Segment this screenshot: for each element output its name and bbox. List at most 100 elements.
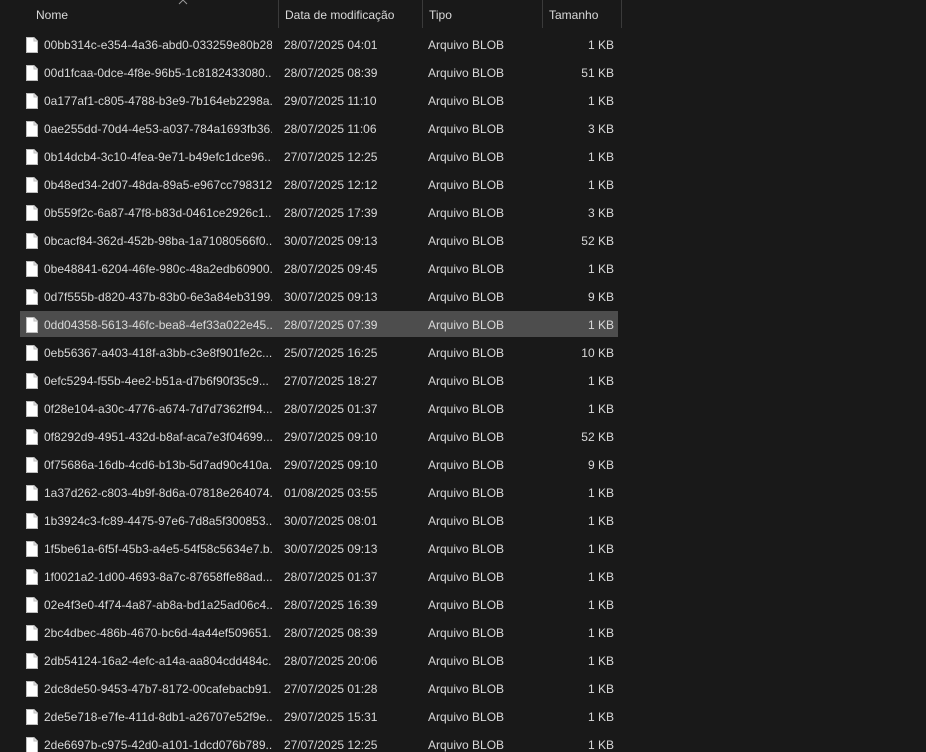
column-header-bar: Nome Data de modificação Tipo Tamanho [0,0,926,28]
file-modified-date: 30/07/2025 09:13 [284,234,378,248]
file-modified-date: 28/07/2025 12:12 [284,178,378,192]
file-row[interactable]: 0f28e104-a30c-4776-a674-7d7d7362ff94... 2… [0,395,926,423]
file-row[interactable]: 02e4f3e0-4f74-4a87-ab8a-bd1a25ad06c4....… [0,591,926,619]
file-type: Arquivo BLOB [428,346,505,360]
file-size: 1 KB [587,654,614,668]
blank-file-icon [26,569,38,585]
file-row[interactable]: 00bb314c-e354-4a36-abd0-033259e80b28... 2… [0,31,926,59]
blank-file-icon [26,485,38,501]
file-name: 0eb56367-a403-418f-a3bb-c3e8f901fe2c... [44,346,272,360]
file-size: 1 KB [587,150,614,164]
file-size: 1 KB [587,710,614,724]
file-type: Arquivo BLOB [428,402,505,416]
file-modified-date: 30/07/2025 08:01 [284,514,378,528]
file-type: Arquivo BLOB [428,66,505,80]
column-header-name[interactable]: Nome [30,0,278,28]
file-modified-date: 28/07/2025 07:39 [284,318,378,332]
file-type: Arquivo BLOB [428,38,505,52]
file-name: 0b14dcb4-3c10-4fea-9e71-b49efc1dce96... [44,150,272,164]
file-row[interactable]: 1a37d262-c803-4b9f-8d6a-07818e264074... 0… [0,479,926,507]
blank-file-icon [26,737,38,752]
file-type: Arquivo BLOB [428,626,505,640]
file-row[interactable]: 0ae255dd-70d4-4e53-a037-784a1693fb36... 2… [0,115,926,143]
file-type: Arquivo BLOB [428,318,505,332]
file-row[interactable]: 0eb56367-a403-418f-a3bb-c3e8f901fe2c... 2… [0,339,926,367]
blank-file-icon [26,65,38,81]
file-modified-date: 28/07/2025 16:39 [284,598,378,612]
blank-file-icon [26,149,38,165]
file-type: Arquivo BLOB [428,178,505,192]
column-header-date[interactable]: Data de modificação [278,0,422,28]
column-header-size[interactable]: Tamanho [542,0,622,28]
file-row[interactable]: 0a177af1-c805-4788-b3e9-7b164eb2298a... 2… [0,87,926,115]
file-type: Arquivo BLOB [428,430,505,444]
file-explorer-details-view: Nome Data de modificação Tipo Tamanho 00… [0,0,926,752]
file-modified-date: 28/07/2025 01:37 [284,570,378,584]
file-modified-date: 28/07/2025 17:39 [284,206,378,220]
file-row[interactable]: 2db54124-16a2-4efc-a14a-aa804cdd484c....… [0,647,926,675]
file-row[interactable]: 0b559f2c-6a87-47f8-b83d-0461ce2926c1... 2… [0,199,926,227]
file-name: 0f75686a-16db-4cd6-b13b-5d7ad90c410a... [44,458,272,472]
file-modified-date: 28/07/2025 04:01 [284,38,378,52]
file-modified-date: 30/07/2025 09:13 [284,542,378,556]
file-modified-date: 28/07/2025 11:06 [284,122,377,136]
column-header-type[interactable]: Tipo [422,0,542,28]
file-size: 1 KB [587,570,614,584]
file-modified-date: 27/07/2025 18:27 [284,374,378,388]
file-row[interactable]: 0f8292d9-4951-432d-b8af-aca7e3f04699... 2… [0,423,926,451]
file-row[interactable]: 2dc8de50-9453-47b7-8172-00cafebacb91... 2… [0,675,926,703]
file-type: Arquivo BLOB [428,458,505,472]
file-row[interactable]: 2de6697b-c975-42d0-a101-1dcd076b789... 27… [0,731,926,752]
blank-file-icon [26,317,38,333]
file-row[interactable]: 0b48ed34-2d07-48da-89a5-e967cc798312... 2… [0,171,926,199]
file-row[interactable]: 0efc5294-f55b-4ee2-b51a-d7b6f90f35c9... 2… [0,367,926,395]
file-row[interactable]: 1f0021a2-1d00-4693-8a7c-87658ffe88ad....… [0,563,926,591]
blank-file-icon [26,653,38,669]
file-size: 1 KB [587,38,614,52]
file-name: 0f28e104-a30c-4776-a674-7d7d7362ff94... [44,402,272,416]
file-size: 1 KB [587,626,614,640]
column-header-type-label: Tipo [429,8,452,22]
file-size: 1 KB [587,738,614,752]
file-type: Arquivo BLOB [428,374,505,388]
file-row[interactable]: 2bc4dbec-486b-4670-bc6d-4a44ef509651... 2… [0,619,926,647]
file-size: 1 KB [587,486,614,500]
file-name: 0bcacf84-362d-452b-98ba-1a71080566f0... [44,234,272,248]
file-row[interactable]: 1b3924c3-fc89-4475-97e6-7d8a5f300853... 3… [0,507,926,535]
file-modified-date: 27/07/2025 12:25 [284,738,378,752]
file-modified-date: 25/07/2025 16:25 [284,346,378,360]
blank-file-icon [26,205,38,221]
column-header-size-label: Tamanho [549,8,599,22]
file-size: 52 KB [581,430,614,444]
blank-file-icon [26,261,38,277]
file-modified-date: 28/07/2025 20:06 [284,654,378,668]
file-row[interactable]: 0be48841-6204-46fe-980c-48a2edb60900... 2… [0,255,926,283]
file-name: 2de5e718-e7fe-411d-8db1-a26707e52f9e.... [44,710,272,724]
file-size: 52 KB [581,234,614,248]
file-modified-date: 27/07/2025 01:28 [284,682,378,696]
file-row[interactable]: 00d1fcaa-0dce-4f8e-96b5-1c8182433080... 2… [0,59,926,87]
file-name: 1f5be61a-6f5f-45b3-a4e5-54f58c5634e7.b..… [44,542,272,556]
file-size: 1 KB [587,514,614,528]
file-modified-date: 29/07/2025 11:10 [284,94,377,108]
file-size: 1 KB [587,178,614,192]
blank-file-icon [26,373,38,389]
file-name: 0f8292d9-4951-432d-b8af-aca7e3f04699... [44,430,272,444]
file-size: 3 KB [587,206,614,220]
file-row[interactable]: 2de5e718-e7fe-411d-8db1-a26707e52f9e....… [0,703,926,731]
file-row[interactable]: 0b14dcb4-3c10-4fea-9e71-b49efc1dce96... 2… [0,143,926,171]
file-modified-date: 28/07/2025 01:37 [284,402,378,416]
blank-file-icon [26,37,38,53]
file-type: Arquivo BLOB [428,710,505,724]
file-type: Arquivo BLOB [428,654,505,668]
file-size: 1 KB [587,682,614,696]
file-row[interactable]: 0dd04358-5613-46fc-bea8-4ef33a022e45... 2… [0,311,926,339]
file-row[interactable]: 0f75686a-16db-4cd6-b13b-5d7ad90c410a... 2… [0,451,926,479]
file-size: 10 KB [581,346,614,360]
file-size: 51 KB [581,66,614,80]
file-row[interactable]: 0bcacf84-362d-452b-98ba-1a71080566f0... 3… [0,227,926,255]
file-row[interactable]: 0d7f555b-d820-437b-83b0-6e3a84eb3199... 3… [0,283,926,311]
file-row[interactable]: 1f5be61a-6f5f-45b3-a4e5-54f58c5634e7.b..… [0,535,926,563]
blank-file-icon [26,289,38,305]
file-size: 1 KB [587,318,614,332]
